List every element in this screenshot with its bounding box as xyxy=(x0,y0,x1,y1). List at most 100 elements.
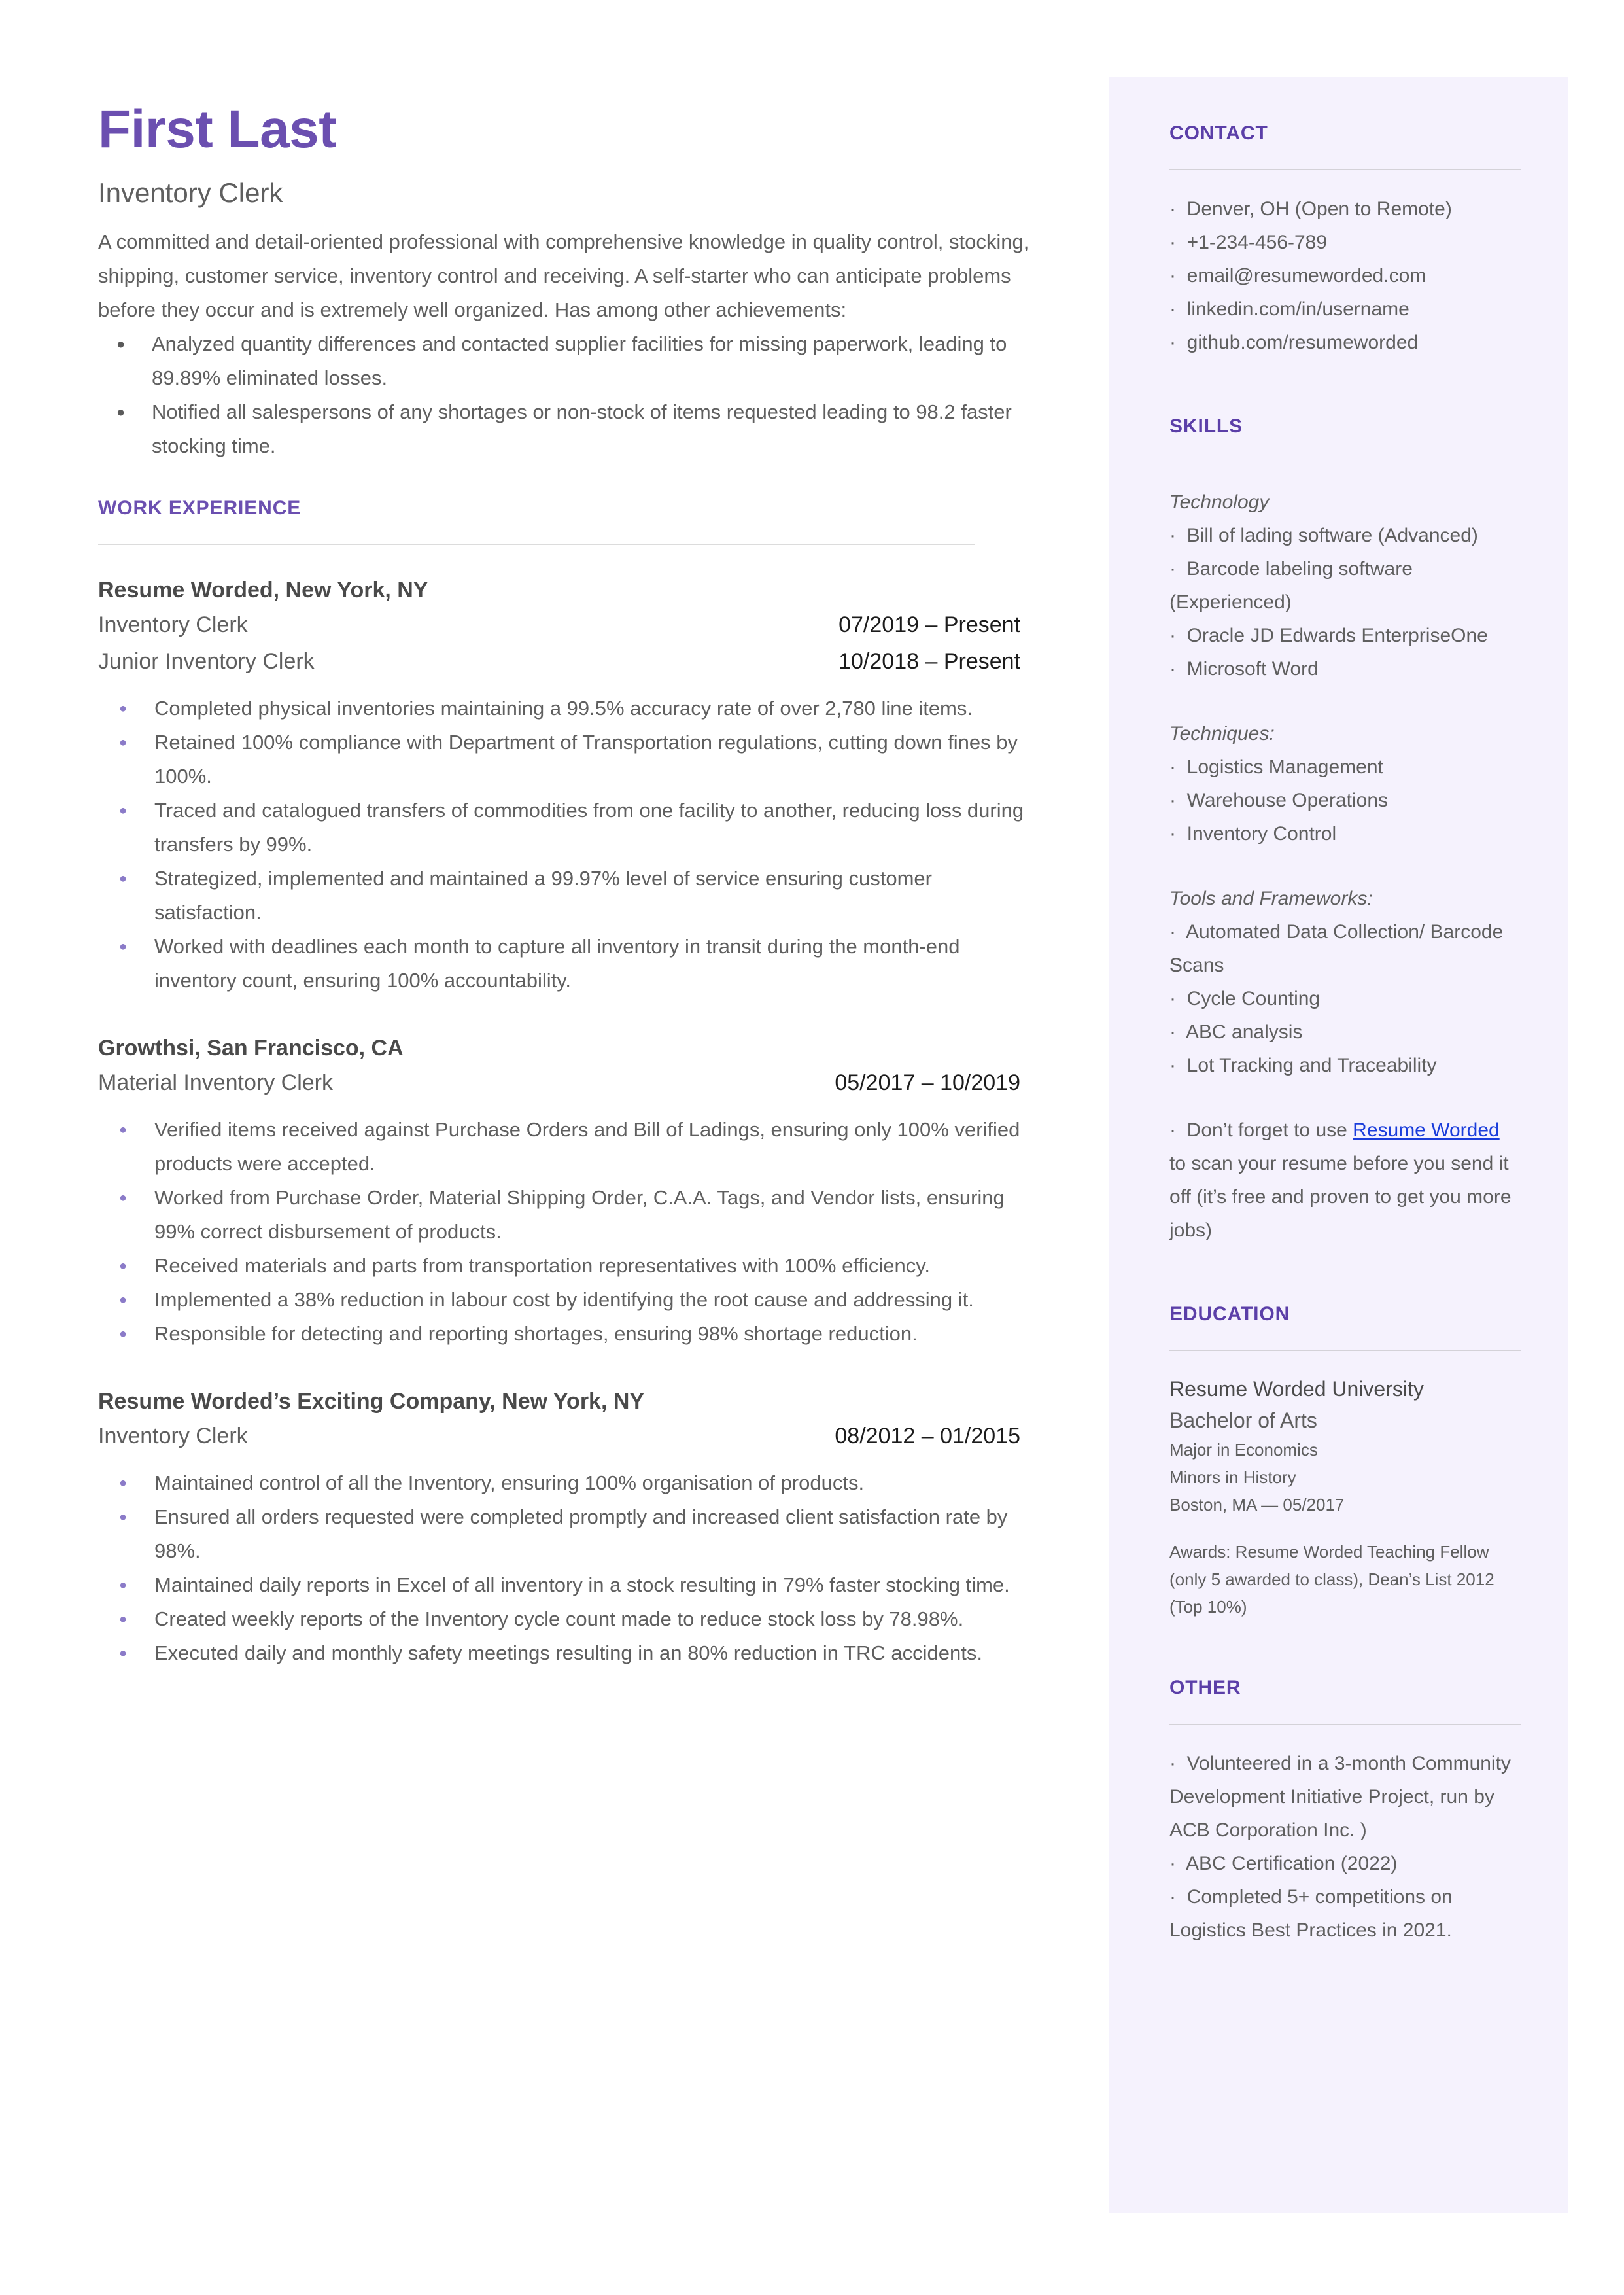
bullet-dot: · xyxy=(1169,823,1187,845)
section-heading-contact: CONTACT xyxy=(1169,122,1268,144)
work-experience-entry: Resume Worded’s Exciting Company, New Yo… xyxy=(98,1385,1043,1670)
promo-note: · Don’t forget to use Resume Worded to s… xyxy=(1169,1113,1519,1247)
skill-item: · Logistics Management xyxy=(1169,750,1519,784)
bullet-dot: · xyxy=(1169,558,1187,580)
bullet-dot: · xyxy=(1169,1886,1187,1908)
education-school: Resume Worded University xyxy=(1169,1377,1424,1401)
skill-item-text: Inventory Control xyxy=(1186,823,1337,845)
resume-main-column: First Last Inventory Clerk A committed a… xyxy=(98,98,1043,1670)
bullet-dot: · xyxy=(1169,625,1187,646)
section-heading-work-experience: WORK EXPERIENCE xyxy=(98,497,302,519)
job-bullet: Verified items received against Purchase… xyxy=(98,1113,1031,1181)
bullet-dot: · xyxy=(1169,988,1187,1009)
job-bullet: Traced and catalogued transfers of commo… xyxy=(98,794,1031,862)
page-title: First Last xyxy=(98,99,337,159)
job-role-row: Inventory Clerk 08/2012 – 01/2015 xyxy=(98,1418,1020,1454)
job-bullet-list: Completed physical inventories maintaini… xyxy=(98,692,1043,998)
work-experience-entry: Resume Worded, New York, NY Inventory Cle… xyxy=(98,574,1043,998)
job-bullet: Maintained daily reports in Excel of all… xyxy=(98,1568,1031,1602)
job-company: Growthsi, San Francisco, CA xyxy=(98,1036,404,1060)
contact-item: · +1-234-456-789 xyxy=(1169,226,1519,259)
job-role-row: Material Inventory Clerk 05/2017 – 10/201… xyxy=(98,1064,1020,1101)
skill-item: · Cycle Counting xyxy=(1169,982,1519,1015)
skills-group-label: Tools and Frameworks: xyxy=(1169,888,1373,909)
summary-paragraph: A committed and detail-oriented professi… xyxy=(98,230,1029,321)
other-item-text: Completed 5+ competitions on Logistics B… xyxy=(1169,1886,1459,1941)
sidebar-divider-contact xyxy=(1169,169,1521,170)
job-bullet-list: Verified items received against Purchase… xyxy=(98,1113,1043,1351)
job-bullet: Strategized, implemented and maintained … xyxy=(98,862,1031,930)
bullet-dot: · xyxy=(1169,198,1187,220)
other-item-text: ABC Certification (2022) xyxy=(1186,1853,1398,1874)
sidebar-divider-other xyxy=(1169,1724,1521,1725)
bullet-dot: · xyxy=(1169,756,1187,778)
work-experience-list: Resume Worded, New York, NY Inventory Cle… xyxy=(98,574,1043,1670)
job-title: Material Inventory Clerk xyxy=(98,1070,334,1095)
job-bullet: Worked from Purchase Order, Material Shi… xyxy=(98,1181,1031,1249)
job-dates: 10/2018 – Present xyxy=(838,649,1020,674)
job-bullet: Completed physical inventories maintaini… xyxy=(98,692,1031,726)
skill-item: · ABC analysis xyxy=(1169,1015,1519,1049)
job-title: Inventory Clerk xyxy=(98,612,248,637)
skill-item: · Inventory Control xyxy=(1169,817,1519,850)
contact-item: · linkedin.com/in/username xyxy=(1169,292,1519,326)
skill-item: · Oracle JD Edwards EnterpriseOne xyxy=(1169,619,1519,652)
skills-group-label: Techniques: xyxy=(1169,723,1275,745)
job-bullet: Implemented a 38% reduction in labour co… xyxy=(98,1283,1031,1317)
skill-item-text: Lot Tracking and Traceability xyxy=(1186,1055,1437,1076)
bullet-dot: · xyxy=(1169,298,1187,320)
skill-item-text: Logistics Management xyxy=(1186,756,1383,778)
education-location-date: Boston, MA — 05/2017 xyxy=(1169,1495,1345,1515)
skill-item-text: ABC analysis xyxy=(1186,1021,1303,1043)
job-bullet: Retained 100% compliance with Department… xyxy=(98,726,1031,794)
resume-worded-link[interactable]: Resume Worded xyxy=(1353,1119,1500,1141)
contact-item: · Denver, OH (Open to Remote) xyxy=(1169,192,1519,226)
job-bullet: Ensured all orders requested were comple… xyxy=(98,1500,1031,1568)
bullet-dot: · xyxy=(1169,1753,1187,1774)
bullet-dot: · xyxy=(1169,332,1187,353)
contact-item-text: linkedin.com/in/username xyxy=(1186,298,1409,320)
job-bullet: Worked with deadlines each month to capt… xyxy=(98,930,1031,998)
other-item: · Completed 5+ competitions on Logistics… xyxy=(1169,1880,1519,1947)
job-company: Resume Worded’s Exciting Company, New Yo… xyxy=(98,1389,645,1414)
skill-item: · Microsoft Word xyxy=(1169,652,1519,686)
bullet-dot: · xyxy=(1169,1119,1187,1141)
job-company: Resume Worded, New York, NY xyxy=(98,578,428,603)
skill-item: · Warehouse Operations xyxy=(1169,784,1519,817)
bullet-dot: · xyxy=(1169,658,1187,680)
promo-suffix: to scan your resume before you send it o… xyxy=(1169,1153,1512,1241)
summary-achievements-list: Analyzed quantity differences and contac… xyxy=(98,327,1043,463)
job-role-subtitle: Inventory Clerk xyxy=(98,177,283,208)
job-dates: 08/2012 – 01/2015 xyxy=(835,1424,1020,1448)
job-bullet: Created weekly reports of the Inventory … xyxy=(98,1602,1031,1636)
education-awards: Awards: Resume Worded Teaching Fellow (o… xyxy=(1169,1542,1494,1617)
summary-bullet: Analyzed quantity differences and contac… xyxy=(98,327,1022,395)
skill-item-text: Barcode labeling software (Experienced) xyxy=(1169,558,1419,613)
skill-item: · Barcode labeling software (Experienced… xyxy=(1169,552,1519,619)
job-title: Junior Inventory Clerk xyxy=(98,649,315,674)
job-bullet: Responsible for detecting and reporting … xyxy=(98,1317,1031,1351)
section-heading-education: EDUCATION xyxy=(1169,1303,1290,1325)
bullet-dot: · xyxy=(1169,232,1187,253)
job-bullet: Maintained control of all the Inventory,… xyxy=(98,1466,1031,1500)
skill-item-text: Warehouse Operations xyxy=(1186,790,1389,811)
job-role-row: Junior Inventory Clerk 10/2018 – Present xyxy=(98,643,1020,680)
section-divider xyxy=(98,544,975,545)
skill-item-text: Oracle JD Edwards EnterpriseOne xyxy=(1186,625,1488,646)
promo-prefix: Don’t forget to use xyxy=(1186,1119,1353,1141)
contact-item: · github.com/resumeworded xyxy=(1169,326,1519,359)
job-title: Inventory Clerk xyxy=(98,1424,248,1448)
job-bullet: Executed daily and monthly safety meetin… xyxy=(98,1636,1031,1670)
summary-bullet: Notified all salespersons of any shortag… xyxy=(98,395,1022,463)
education-minor: Minors in History xyxy=(1169,1467,1296,1487)
bullet-dot: · xyxy=(1169,790,1187,811)
skill-item: · Bill of lading software (Advanced) xyxy=(1169,519,1519,552)
bullet-dot: · xyxy=(1169,1021,1186,1043)
contact-list: · Denver, OH (Open to Remote) · +1-234-45… xyxy=(1169,192,1519,359)
